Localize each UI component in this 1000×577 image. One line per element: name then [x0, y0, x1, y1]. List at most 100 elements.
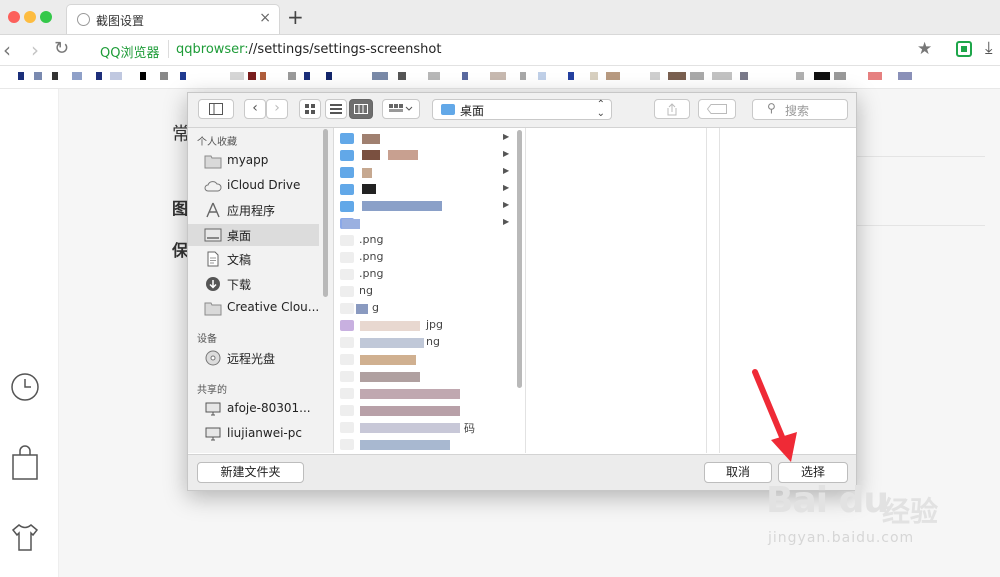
sidebar-item-shared-computer[interactable]: liujianwei-pc [188, 423, 319, 445]
file-row[interactable] [340, 403, 510, 419]
sidebar-scrollbar[interactable] [323, 129, 328, 297]
bookmark-item[interactable] [260, 72, 266, 80]
sidebar-item-documents[interactable]: 文稿 [188, 248, 319, 270]
bookmark-item[interactable] [712, 72, 732, 80]
bookmark-item[interactable] [834, 72, 846, 80]
maximize-window-button[interactable] [40, 11, 52, 23]
file-row[interactable]: .png [340, 250, 510, 266]
file-row[interactable]: ▶ [340, 148, 510, 164]
minimize-window-button[interactable] [24, 11, 36, 23]
bookmark-item[interactable] [690, 72, 704, 80]
bookmark-item[interactable] [650, 72, 660, 80]
file-row[interactable]: ng [340, 335, 510, 351]
bookmark-item[interactable] [668, 72, 686, 80]
file-row[interactable]: ▶ [340, 182, 510, 198]
location-dropdown[interactable]: 桌面 ⌃ ⌄ [432, 99, 612, 120]
bookmark-item[interactable] [34, 72, 42, 80]
divider [855, 156, 985, 157]
bookmark-item[interactable] [796, 72, 804, 80]
bookmark-item[interactable] [326, 72, 332, 80]
bookmark-item[interactable] [304, 72, 310, 80]
search-field[interactable]: ⚲ 搜索 [752, 99, 848, 120]
list-view-button[interactable] [325, 99, 347, 119]
sidebar-item-remote-disc[interactable]: 远程光盘 [188, 347, 319, 369]
bookmark-item[interactable] [590, 72, 598, 80]
sidebar-toggle-button[interactable] [198, 99, 234, 119]
tag-button[interactable] [698, 99, 736, 119]
bookmark-item[interactable] [898, 72, 912, 80]
share-icon [667, 103, 677, 116]
url-field[interactable]: qqbrowser://settings/settings-screenshot [176, 42, 441, 57]
arrange-menu-button[interactable] [382, 99, 420, 119]
screenshot-extension-icon[interactable] [956, 41, 972, 57]
bookmark-item[interactable] [520, 72, 526, 80]
bookmark-star-icon[interactable]: ★ [917, 39, 932, 59]
download-icon[interactable]: ⤓ [985, 38, 993, 58]
file-row[interactable]: .png [340, 233, 510, 249]
bookmark-item[interactable] [72, 72, 82, 80]
bookmark-item[interactable] [868, 72, 882, 80]
file-row[interactable] [340, 437, 510, 453]
file-row[interactable]: ▶ [340, 216, 510, 232]
sidebar-item-desktop[interactable]: 桌面 [188, 224, 319, 246]
sidebar-item-creative-cloud[interactable]: Creative Clou... [188, 297, 319, 319]
bookmark-item[interactable] [372, 72, 388, 80]
forward-button[interactable]: › [266, 99, 288, 119]
bookmark-item[interactable] [814, 72, 830, 80]
file-row[interactable] [340, 369, 510, 385]
shopping-bag-icon[interactable] [9, 445, 41, 481]
sidebar-item-label: myapp [227, 153, 269, 167]
file-row[interactable]: ▶ [340, 199, 510, 215]
grid-icon [305, 104, 315, 114]
sidebar-item-myapp[interactable]: myapp [188, 150, 319, 172]
bookmark-item[interactable] [606, 72, 620, 80]
new-tab-button[interactable]: + [287, 5, 304, 29]
file-list-scrollbar[interactable] [517, 130, 522, 388]
bookmark-item[interactable] [288, 72, 296, 80]
bookmark-item[interactable] [180, 72, 186, 80]
active-tab[interactable]: 截图设置 × [66, 4, 280, 34]
sidebar-item-applications[interactable]: 应用程序 [188, 199, 319, 221]
column-view-button[interactable] [349, 99, 373, 119]
bookmark-item[interactable] [538, 72, 546, 80]
back-button[interactable]: ‹ [244, 99, 266, 119]
folder-icon [204, 302, 222, 316]
bookmark-item[interactable] [398, 72, 406, 80]
reload-icon[interactable]: ↻ [54, 38, 69, 59]
bookmark-item[interactable] [462, 72, 468, 80]
share-button[interactable] [654, 99, 690, 119]
sidebar-item-shared-computer[interactable]: afoje-80301... [188, 398, 319, 420]
file-row[interactable]: ng [340, 284, 510, 300]
tab-close-button[interactable]: × [259, 10, 271, 26]
bookmark-item[interactable] [110, 72, 122, 80]
file-row[interactable]: .png [340, 267, 510, 283]
bookmark-item[interactable] [96, 72, 102, 80]
bookmark-item[interactable] [52, 72, 58, 80]
bookmark-item[interactable] [490, 72, 506, 80]
bookmark-item[interactable] [428, 72, 440, 80]
bookmark-item[interactable] [740, 72, 748, 80]
file-row[interactable]: 码 [340, 420, 510, 436]
file-icon [340, 354, 354, 365]
sidebar-item-icloud[interactable]: iCloud Drive [188, 175, 319, 197]
shirt-icon[interactable] [9, 521, 41, 553]
file-row[interactable]: g [340, 301, 510, 317]
bookmark-item[interactable] [160, 72, 168, 80]
close-window-button[interactable] [8, 11, 20, 23]
bookmark-item[interactable] [568, 72, 574, 80]
file-row[interactable] [340, 352, 510, 368]
file-row[interactable]: jpg [340, 318, 510, 334]
bookmark-item[interactable] [18, 72, 24, 80]
file-row[interactable]: ▶ [340, 165, 510, 181]
back-icon[interactable]: ‹ [3, 38, 11, 62]
bookmark-item[interactable] [230, 72, 244, 80]
history-icon[interactable] [9, 371, 41, 403]
bookmark-item[interactable] [140, 72, 146, 80]
file-row[interactable]: ▶ [340, 131, 510, 147]
file-row[interactable] [340, 386, 510, 402]
bookmark-item[interactable] [248, 72, 256, 80]
new-folder-button[interactable]: 新建文件夹 [197, 462, 304, 483]
forward-icon[interactable]: › [31, 38, 39, 62]
icon-view-button[interactable] [299, 99, 321, 119]
sidebar-item-downloads[interactable]: 下载 [188, 273, 319, 295]
